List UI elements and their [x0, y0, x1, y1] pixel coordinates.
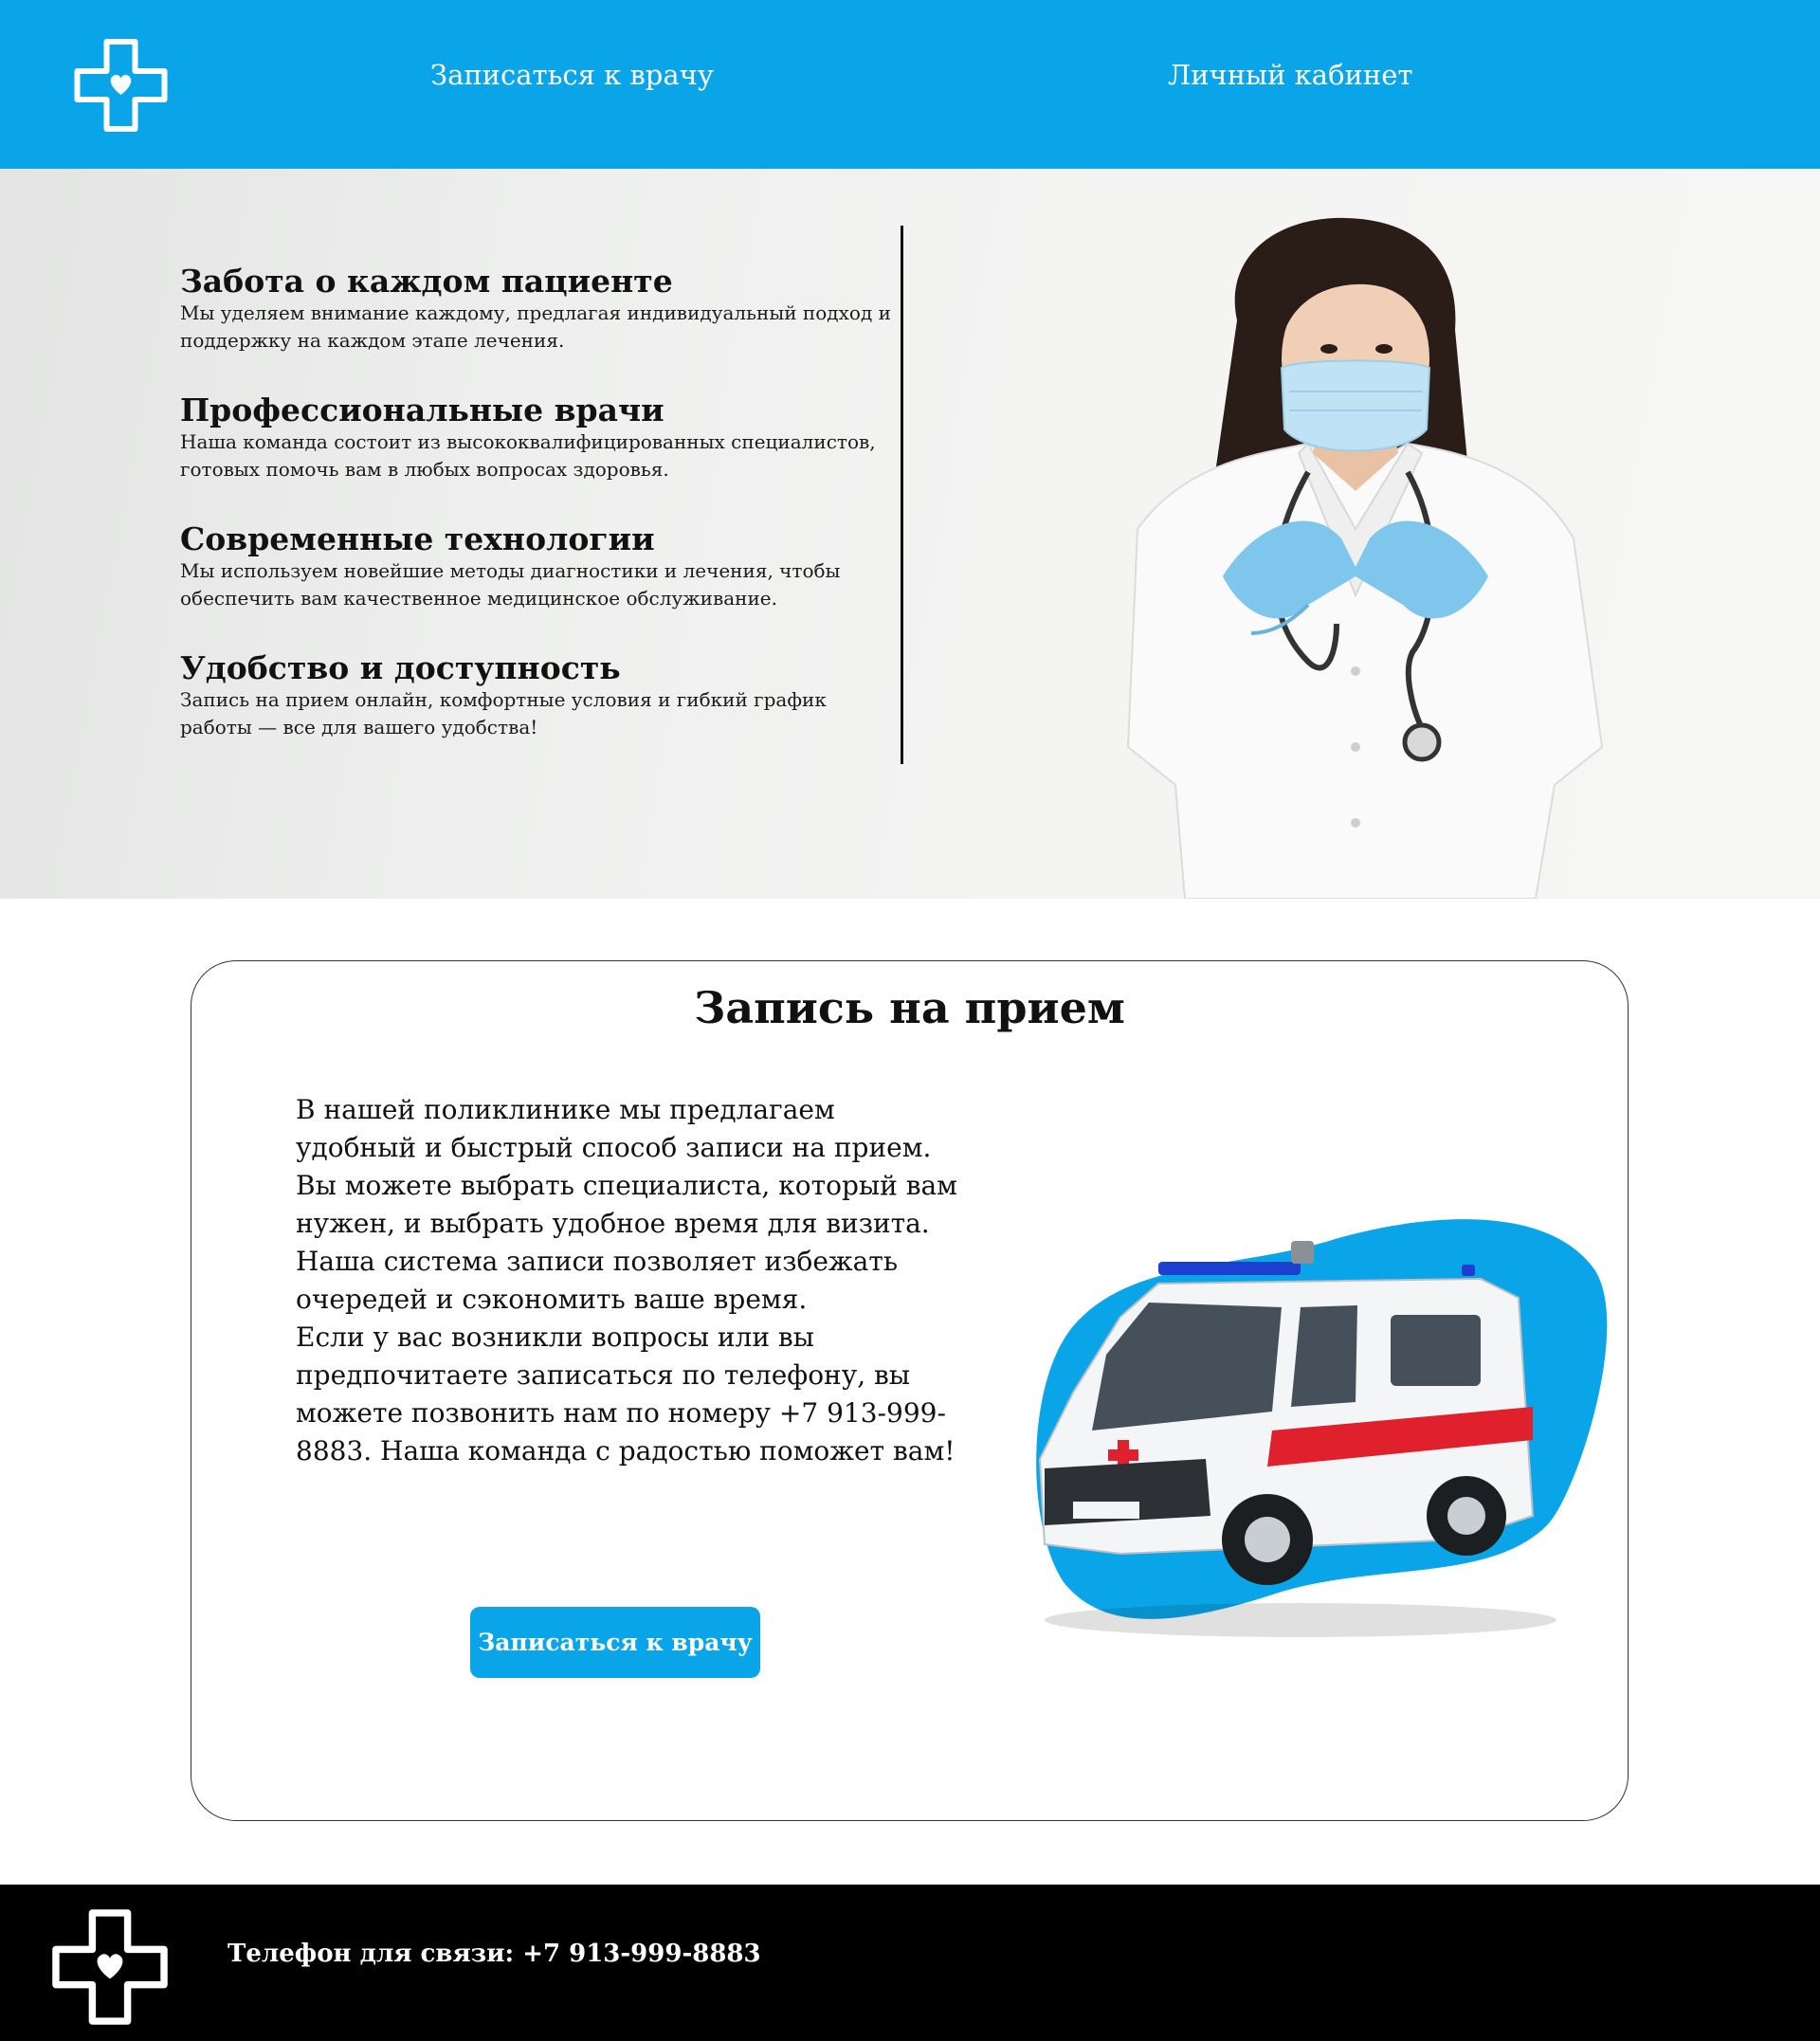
feature-title: Профессиональные врачи: [180, 392, 664, 428]
feature-text: Мы уделяем внимание каждому, предлагая и…: [180, 301, 891, 352]
feature-text: Мы используем новейшие методы диагностик…: [180, 559, 841, 610]
appointment-paragraph: Если у вас возникли вопросы или вы предп…: [296, 1321, 956, 1467]
feature-item: Удобство и доступность Запись на прием о…: [180, 650, 901, 741]
medical-cross-heart-icon[interactable]: [51, 1908, 169, 2026]
footer-phone: Телефон для связи: +7 913-999-8883: [228, 1940, 761, 1968]
vertical-divider: [901, 226, 903, 764]
appointment-paragraph: Наша система записи позволяет избежать о…: [296, 1246, 899, 1315]
site-footer: Телефон для связи: +7 913-999-8883: [0, 1885, 1820, 2041]
ambulance-image: [1036, 1219, 1608, 1637]
medical-cross-heart-icon[interactable]: [73, 38, 169, 133]
feature-text: Запись на прием онлайн, комфортные услов…: [180, 688, 827, 738]
doctor-image: [1126, 217, 1604, 899]
feature-item: Профессиональные врачи Наша команда сост…: [180, 392, 901, 483]
features-list: Забота о каждом пациенте Мы уделяем вним…: [180, 264, 901, 779]
feature-text: Наша команда состоит из высококвалифицир…: [180, 430, 876, 481]
nav-link-personal-cabinet[interactable]: Личный кабинет: [1168, 59, 1412, 91]
feature-title: Современные технологии: [180, 520, 655, 557]
feature-title: Удобство и доступность: [180, 649, 621, 686]
nav-link-appointment[interactable]: Записаться к врачу: [430, 59, 714, 91]
feature-title: Забота о каждом пациенте: [180, 263, 673, 300]
site-header: Записаться к врачу Личный кабинет: [0, 0, 1820, 169]
appointment-title: Запись на прием: [694, 982, 1125, 1033]
feature-item: Забота о каждом пациенте Мы уделяем вним…: [180, 264, 901, 355]
hero-section: Забота о каждом пациенте Мы уделяем вним…: [0, 169, 1820, 899]
book-appointment-button[interactable]: Записаться к врачу: [470, 1607, 760, 1678]
appointment-card: Запись на прием В нашей поликлинике мы п…: [191, 960, 1629, 1821]
appointment-description: В нашей поликлинике мы предлагаем удобны…: [296, 1091, 959, 1470]
feature-item: Современные технологии Мы используем нов…: [180, 521, 901, 612]
appointment-paragraph: В нашей поликлинике мы предлагаем удобны…: [296, 1094, 957, 1239]
